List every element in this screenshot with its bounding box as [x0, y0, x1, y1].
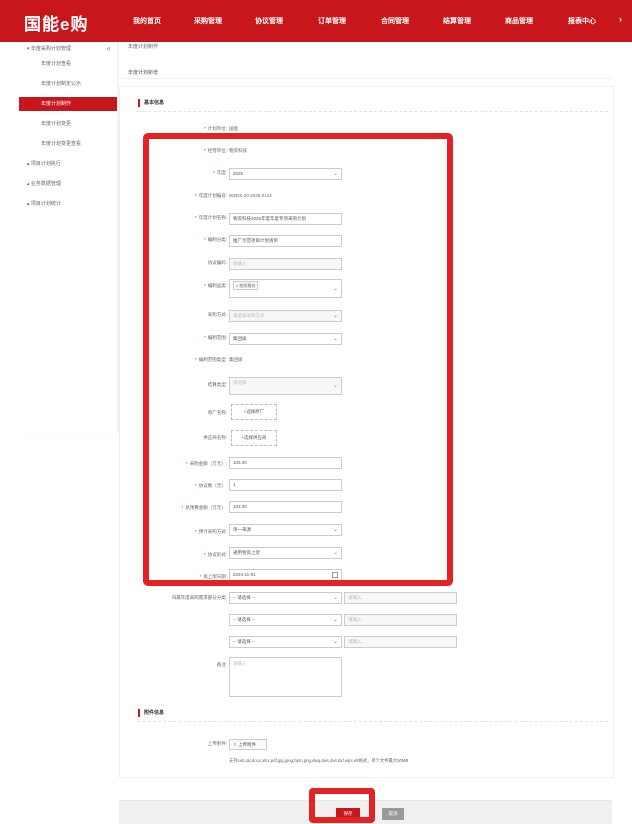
nav-agreement[interactable]: 协议管理 [255, 16, 283, 26]
divider [138, 111, 608, 112]
org-value: 国能 [229, 126, 238, 131]
top-nav-bar: 国能e购 我的首页 采购管理 协议管理 订单管理 合同管理 结算管理 商品管理 … [0, 0, 632, 42]
highlight-box-form-fields [143, 133, 453, 586]
demand-category-label: 归属年度采购需求部分分类: [171, 595, 227, 600]
sidebar: ▾ 年度采购计划管理 « 年度计划查看 年度计划制定公示 年度计划制作 年度计划… [19, 42, 118, 432]
remark-label: 备注: [216, 662, 227, 667]
divider [138, 721, 608, 722]
sidebar-group-business-data[interactable]: ▴ 业务数据管理 [19, 177, 117, 191]
sidebar-item-plan-change-view[interactable]: 年度计划变更查看 [19, 137, 117, 151]
sidebar-item-plan-create[interactable]: 年度计划制作 [19, 97, 117, 111]
demand-category-input-1[interactable]: 请输入 [344, 592, 457, 604]
chevron-down-icon: ⌄ [332, 595, 338, 601]
section-attachment: 附件信息 [138, 709, 164, 717]
brand-logo[interactable]: 国能e购 [24, 10, 88, 35]
sidebar-item-plan-change[interactable]: 年度计划变更 [19, 117, 117, 131]
cancel-button[interactable]: 取消 [382, 808, 404, 820]
page-title: 年度计划新增 [128, 70, 159, 76]
nav-next-icon[interactable]: › [619, 14, 622, 24]
demand-category-select-1[interactable]: -- 请选择 -- ⌄ [229, 592, 342, 604]
nav-products[interactable]: 商品管理 [505, 16, 533, 26]
breadcrumb: 年度计划制作 [128, 44, 159, 50]
org-label: * 计划单位: [203, 126, 227, 131]
upload-label: 上传附件: [207, 741, 227, 746]
demand-category-input-2[interactable]: 请输入 [344, 614, 457, 626]
upload-attachment-button[interactable]: ⇧ 上传附件 [229, 739, 267, 750]
collapse-icon[interactable]: « [107, 42, 111, 56]
page-title-bar: 年度计划新增 [119, 64, 612, 79]
nav-contracts[interactable]: 合同管理 [381, 16, 409, 26]
remark-textarea[interactable]: 请输入 [229, 657, 342, 697]
nav-procurement[interactable]: 采购管理 [194, 16, 222, 26]
required-mark: * [203, 126, 206, 131]
sidebar-item-plan-view[interactable]: 年度计划查看 [19, 57, 117, 71]
demand-category-select-2[interactable]: -- 请选择 -- ⌄ [229, 614, 342, 626]
nav-reports[interactable]: 报表中心 [568, 16, 596, 26]
sidebar-group-project-exec[interactable]: ▴ 项目计划执行 [19, 157, 117, 171]
section-basic-info: 基本信息 [138, 99, 164, 107]
sidebar-group-annual-plan[interactable]: ▾ 年度采购计划管理 « [19, 42, 117, 56]
highlight-box-save-button [309, 788, 375, 823]
demand-category-input-3[interactable]: 请输入 [344, 636, 457, 648]
sidebar-group-project-stats[interactable]: ▴ 项目计划统计 [19, 197, 117, 211]
sidebar-item-plan-publicity[interactable]: 年度计划制定公示 [19, 77, 117, 91]
nav-orders[interactable]: 订单管理 [318, 16, 346, 26]
demand-category-select-3[interactable]: -- 请选择 -- ⌄ [229, 636, 342, 648]
nav-home[interactable]: 我的首页 [133, 16, 161, 26]
chevron-down-icon: ⌄ [332, 639, 338, 645]
chevron-down-icon: ⌄ [332, 617, 338, 623]
upload-hint: 支持ceb,rar,docx,xlsx,pdf,jpg,jpeg,bpm,png… [229, 758, 409, 763]
nav-settlement[interactable]: 结算管理 [443, 16, 471, 26]
